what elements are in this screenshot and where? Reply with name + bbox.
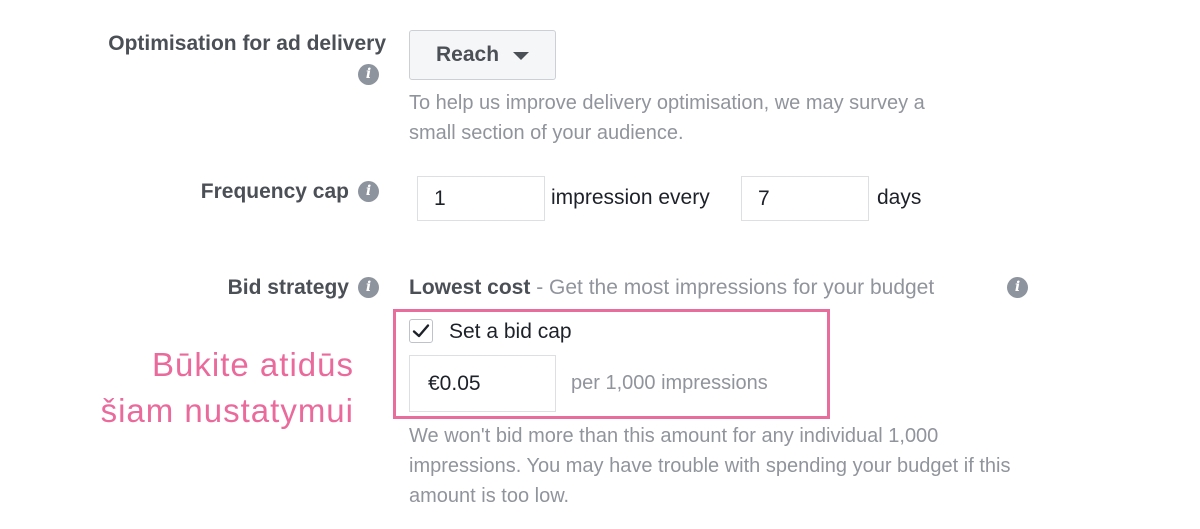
- frequency-cap-label: Frequency cap: [200, 180, 349, 203]
- optimisation-help-line: To help us improve delivery optimisation…: [409, 92, 925, 114]
- bid-cap-help-line: impressions. You may have trouble with s…: [409, 455, 1011, 477]
- optimisation-help-line: small section of your audience.: [409, 122, 684, 144]
- optimisation-help-text: To help us improve delivery optimisation…: [409, 88, 925, 148]
- frequency-days-input[interactable]: 7: [741, 176, 869, 221]
- bid-cap-help-line: amount is too low.: [409, 485, 570, 507]
- bid-strategy-name: Lowest cost: [409, 276, 531, 299]
- bid-cap-input[interactable]: €0.05: [409, 355, 556, 412]
- frequency-unit-text: days: [877, 186, 922, 209]
- annotation-line: Būkite atidūs: [152, 346, 354, 383]
- bid-cap-unit: per 1,000 impressions: [571, 372, 768, 394]
- bid-cap-checkbox[interactable]: [409, 319, 433, 343]
- optimisation-dropdown[interactable]: Reach: [409, 30, 556, 80]
- bid-cap-value: €0.05: [428, 371, 481, 395]
- frequency-impressions-input[interactable]: 1: [417, 176, 545, 221]
- annotation-text: Būkite atidūs šiam nustatymui: [101, 342, 354, 434]
- info-icon[interactable]: i: [358, 277, 379, 298]
- annotation-line: šiam nustatymui: [100, 392, 354, 429]
- info-icon[interactable]: i: [358, 64, 379, 85]
- bid-cap-help-line: We won't bid more than this amount for a…: [409, 425, 939, 447]
- frequency-days-value: 7: [758, 186, 770, 210]
- checkmark-icon: [412, 324, 430, 338]
- frequency-middle-text: impression every: [551, 186, 710, 209]
- bid-strategy-desc: - Get the most impressions for your budg…: [530, 276, 935, 299]
- caret-down-icon: [513, 52, 530, 60]
- bid-strategy-label: Bid strategy: [227, 276, 349, 299]
- info-icon[interactable]: i: [358, 181, 379, 202]
- optimisation-dropdown-value: Reach: [435, 43, 500, 66]
- bid-cap-checkbox-label[interactable]: Set a bid cap: [449, 320, 572, 344]
- bid-cap-help-text: We won't bid more than this amount for a…: [409, 421, 1010, 511]
- bid-strategy-description: Lowest cost - Get the most impressions f…: [409, 276, 934, 300]
- frequency-impressions-value: 1: [434, 186, 446, 210]
- info-icon[interactable]: i: [1007, 277, 1028, 298]
- optimisation-label: Optimisation for ad delivery: [108, 32, 386, 55]
